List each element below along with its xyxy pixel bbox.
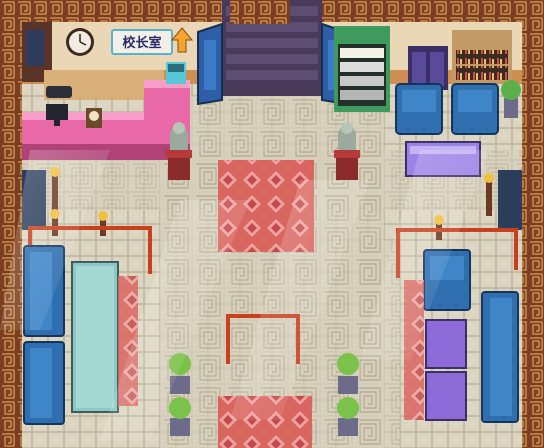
right-side-door[interactable]: [498, 170, 522, 230]
staircase[interactable]: [222, 0, 322, 96]
vending-shelf[interactable]: [334, 26, 390, 112]
left-sofa[interactable]: [23, 341, 65, 425]
office-sign[interactable]: 校长室: [111, 29, 173, 55]
game-room-scene: 校长室: [0, 0, 544, 448]
armchair[interactable]: [451, 83, 499, 135]
armchair[interactable]: [395, 83, 443, 135]
left-door[interactable]: [197, 22, 223, 106]
desk-clock-icon: [86, 108, 102, 128]
purple-bench[interactable]: [425, 371, 467, 421]
aquarium-table[interactable]: [71, 261, 119, 413]
clock-icon: [66, 28, 94, 56]
cash-register-icon[interactable]: [166, 62, 186, 84]
potted-plant-icon: [501, 80, 521, 118]
office-sign-text: 校长室: [122, 35, 161, 51]
right-sofa[interactable]: [481, 291, 519, 423]
purple-bench[interactable]: [425, 319, 467, 369]
phone-icon[interactable]: [46, 86, 72, 98]
bookshelf[interactable]: [452, 30, 512, 84]
right-wall-border: [522, 0, 544, 448]
